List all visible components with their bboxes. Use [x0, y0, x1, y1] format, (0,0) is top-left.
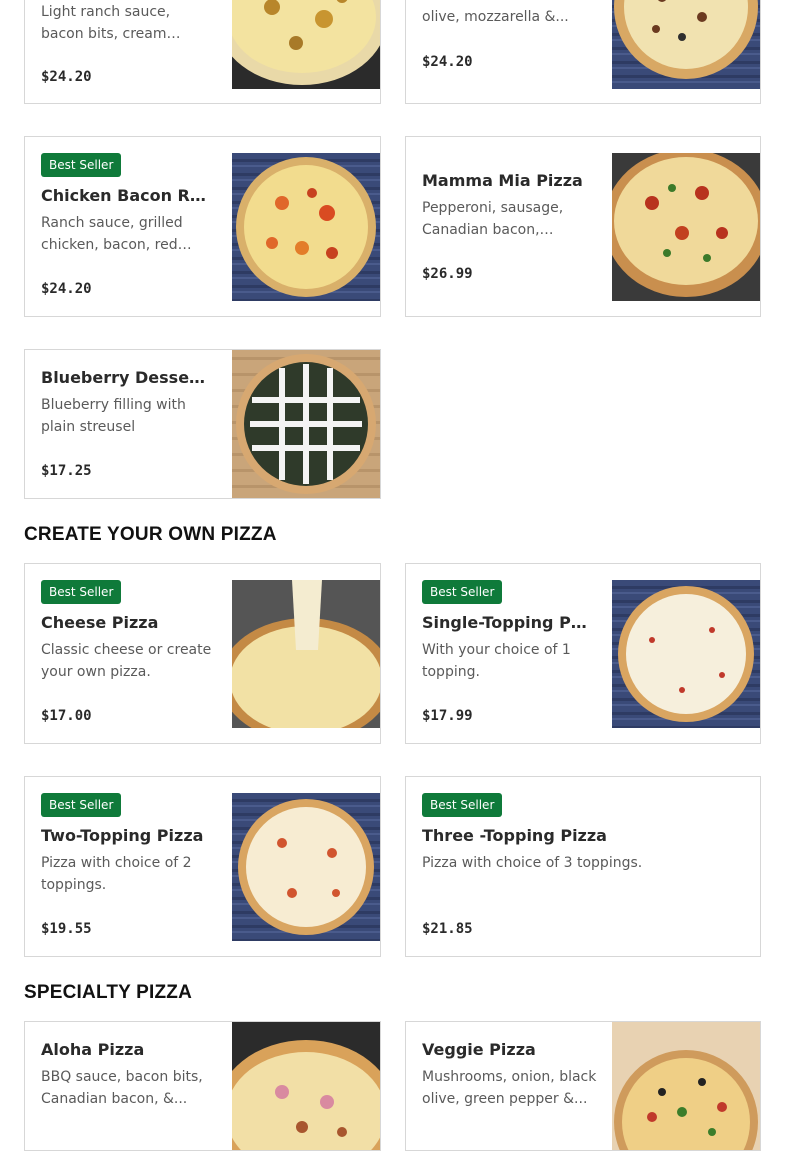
item-price: $17.00 [41, 708, 92, 724]
item-photo [612, 580, 760, 728]
item-description: Pepperoni, sausage, Canadian bacon, toma… [422, 200, 564, 238]
menu-item-card[interactable]: Blueberry Dessert... Blueberry filling w… [24, 349, 381, 499]
menu-item-card[interactable]: Best Seller Two-Topping Pizza Pizza with… [24, 776, 381, 957]
menu-item-card[interactable]: Aloha Pizza BBQ sauce, bacon bits, Canad… [24, 1021, 381, 1151]
section-title-specialty: SPECIALTY PIZZA [24, 982, 193, 1003]
menu-item-card[interactable]: Best Seller Cheese Pizza Classic cheese … [24, 563, 381, 744]
item-photo [232, 1022, 380, 1150]
item-description: Pizza with choice of 2 toppings. [41, 855, 192, 893]
item-name: Two-Topping Pizza [41, 826, 204, 845]
item-name: Aloha Pizza [41, 1040, 145, 1059]
menu-item-card[interactable]: Veggie Pizza Mushrooms, onion, black oli… [405, 1021, 761, 1151]
item-description: With your choice of 1 topping. [422, 642, 571, 680]
item-name: Blueberry Dessert... [41, 368, 211, 387]
best-seller-badge: Best Seller [422, 580, 503, 604]
best-seller-badge: Best Seller [422, 793, 503, 817]
item-price: $17.25 [41, 463, 92, 479]
item-description: olive, mozzarella &... [422, 9, 569, 25]
item-price: $21.85 [422, 921, 473, 937]
item-name: Cheese Pizza [41, 613, 159, 632]
item-description: Pizza with choice of 3 toppings. [422, 855, 643, 871]
best-seller-badge: Best Seller [41, 793, 122, 817]
section-title-create-your-own: CREATE YOUR OWN PIZZA [24, 524, 277, 545]
item-description: Light ranch sauce, bacon bits, cream che… [41, 4, 171, 42]
item-price: $17.99 [422, 708, 473, 724]
item-photo [232, 153, 380, 301]
item-name: Mamma Mia Pizza [422, 171, 583, 190]
item-photo [612, 0, 760, 89]
item-name: Chicken Bacon Ranc... [41, 186, 211, 205]
menu-item-card[interactable]: Mamma Mia Pizza Pepperoni, sausage, Cana… [405, 136, 761, 317]
item-name: Single-Topping Pizza [422, 613, 592, 632]
item-price: $24.20 [422, 54, 473, 70]
menu-item-card[interactable]: Best Seller Three -Topping Pizza Pizza w… [405, 776, 761, 957]
item-price: $24.20 [41, 69, 92, 85]
item-photo [612, 1022, 760, 1150]
menu-item-card[interactable]: Light ranch sauce, bacon bits, cream che… [24, 0, 381, 104]
item-description: Ranch sauce, grilled chicken, bacon, red… [41, 215, 183, 253]
item-description: Classic cheese or create your own pizza. [41, 642, 212, 680]
item-price: $26.99 [422, 266, 473, 282]
item-description: BBQ sauce, bacon bits, Canadian bacon, &… [41, 1069, 203, 1107]
item-photo [612, 153, 760, 301]
item-description: Blueberry filling with plain streusel [41, 397, 186, 435]
item-photo [232, 793, 380, 941]
item-description: Mushrooms, onion, black olive, green pep… [422, 1069, 597, 1107]
item-price: $19.55 [41, 921, 92, 937]
best-seller-badge: Best Seller [41, 580, 122, 604]
menu-item-card[interactable]: Best Seller Chicken Bacon Ranc... Ranch … [24, 136, 381, 317]
menu-item-card[interactable]: Best Seller Single-Topping Pizza With yo… [405, 563, 761, 744]
item-price: $24.20 [41, 281, 92, 297]
item-name: Veggie Pizza [422, 1040, 536, 1059]
item-photo [232, 580, 380, 728]
item-name: Three -Topping Pizza [422, 826, 607, 845]
menu-item-card[interactable]: olive, mozzarella &... $24.20 [405, 0, 761, 104]
best-seller-badge: Best Seller [41, 153, 122, 177]
item-photo [232, 0, 380, 89]
item-photo [232, 350, 380, 498]
